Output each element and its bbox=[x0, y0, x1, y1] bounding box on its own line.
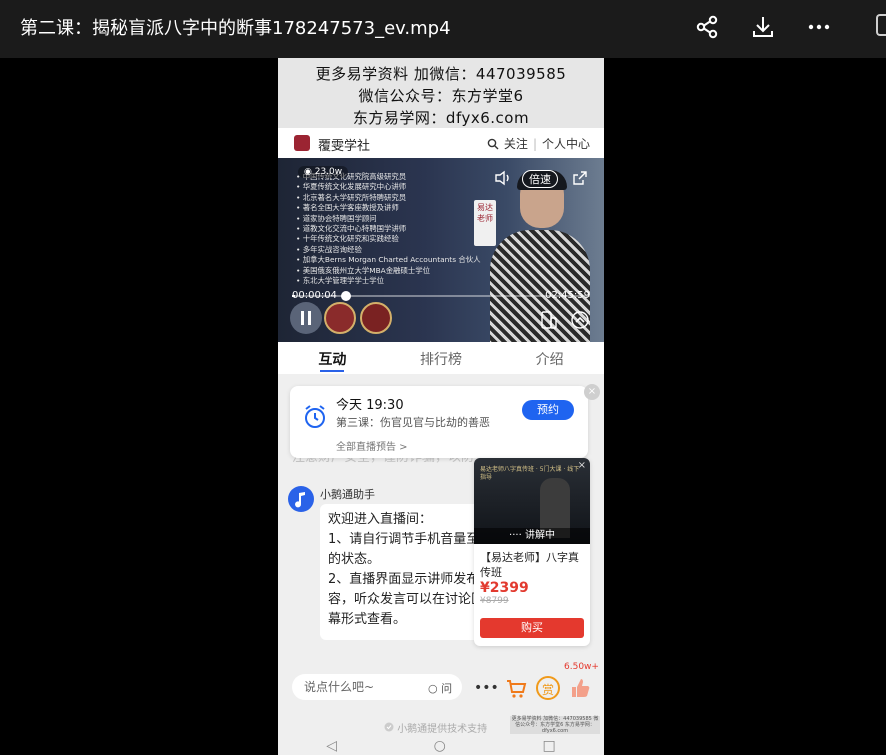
tech-support-note: 小鹅通提供技术支持 bbox=[384, 720, 487, 735]
music-note-icon bbox=[295, 492, 305, 508]
slide-text: • 中国传统文化研究院高级研究员 • 华夏传统文化发展研究中心讲师 • 北京著名大学… bbox=[296, 172, 481, 286]
like-count: 6.50w+ bbox=[564, 662, 599, 672]
screen-rotate-icon[interactable] bbox=[540, 310, 558, 330]
slide-line: • 加拿大Berns Morgan Charted Accountants 合伙… bbox=[296, 255, 481, 265]
product-original-price: ¥8799 bbox=[480, 596, 509, 606]
slide-line: • 道教文化交流中心特聘国学讲师 bbox=[296, 224, 407, 234]
video-player[interactable]: • 中国传统文化研究院高级研究员 • 华夏传统文化发展研究中心讲师 • 北京著名大学… bbox=[278, 158, 604, 342]
more-icon[interactable] bbox=[804, 12, 834, 42]
profile-link[interactable]: 个人中心 bbox=[542, 135, 590, 152]
product-thumbnail[interactable]: 易达老师八字真传班 · 5门大课 · 线下指导 × ···· 讲解中 bbox=[474, 458, 590, 544]
tab-bar: 互动 排行榜 介绍 bbox=[278, 342, 604, 374]
brand-bar: 覆雯学社 关注 | 个人中心 bbox=[278, 128, 604, 158]
product-thumb-text: 易达老师八字真传班 · 5门大课 · 线下指导 bbox=[480, 466, 580, 481]
view-count: ◉ 23.0w bbox=[298, 166, 349, 178]
cart-icon[interactable] bbox=[504, 676, 528, 700]
system-nav-bar: ◁ ○ □ bbox=[278, 736, 604, 755]
product-price: ¥2399 bbox=[480, 580, 529, 596]
explaining-badge: ···· 讲解中 bbox=[474, 528, 590, 544]
slide-line: • 著名全国大学客座教授及讲师 bbox=[296, 203, 399, 213]
alarm-clock-icon bbox=[305, 405, 325, 428]
progress-bar[interactable] bbox=[292, 291, 590, 301]
check-circle-icon bbox=[384, 722, 394, 732]
input-bar: ○ 问 ••• 赏 6.50w+ bbox=[278, 662, 604, 710]
volume-icon[interactable] bbox=[494, 170, 512, 186]
phone-screen: 更多易学资料 加微信：447039585 微信公众号：东方学堂6 东方易学网：d… bbox=[278, 58, 604, 755]
chat-area: 注意财产安全，谨防诈骗，以防入骗。 今天 19:30 第三课：伤官见官与比劫的善… bbox=[278, 374, 604, 755]
collapse-icon[interactable] bbox=[570, 310, 590, 330]
share-out-icon[interactable] bbox=[572, 170, 588, 186]
rewind-icon[interactable] bbox=[324, 302, 356, 334]
divider: | bbox=[532, 136, 537, 151]
watermark-banner: 更多易学资料 加微信：447039585 微信公众号：东方学堂6 东方易学网：d… bbox=[278, 58, 604, 128]
speed-button[interactable]: 倍速 bbox=[522, 170, 558, 188]
assistant-avatar bbox=[288, 486, 314, 512]
slide-line: • 东北大学管理学学士学位 bbox=[296, 276, 385, 286]
watermark-footer: 更多易学资料 加微信：447039585 微信公众号：东方学堂6 东方易学网：d… bbox=[510, 716, 600, 734]
slide-line: • 道家协会特聘国学顾问 bbox=[296, 213, 377, 223]
back-icon[interactable]: ◁ bbox=[326, 738, 337, 754]
slide-line: • 多年实战咨询经验 bbox=[296, 244, 362, 254]
ask-toggle[interactable]: ○ 问 bbox=[428, 680, 452, 696]
brand-name: 覆雯学社 bbox=[318, 139, 371, 154]
product-name: 【易达老师】八字真传班 bbox=[480, 551, 579, 579]
reminder-time: 今天 19:30 bbox=[336, 398, 404, 413]
window-titlebar: 第二课：揭秘盲派八字中的断事178247573_ev.mp4 bbox=[0, 0, 886, 58]
thumbs-up-icon[interactable] bbox=[568, 676, 592, 700]
watermark-line: 东方易学网：dfyx6.com bbox=[352, 109, 530, 127]
search-icon[interactable] bbox=[487, 138, 499, 150]
buy-button[interactable]: 购买 bbox=[480, 618, 584, 638]
share-icon[interactable] bbox=[692, 12, 722, 42]
window-title: 第二课：揭秘盲派八字中的断事178247573_ev.mp4 bbox=[20, 18, 451, 39]
teacher-seal: 易达老师 bbox=[474, 200, 496, 246]
tab-ranking[interactable]: 排行榜 bbox=[387, 342, 496, 374]
side-panel-toggle[interactable] bbox=[876, 14, 886, 36]
slide-line: • 十年传统文化研究和实践经验 bbox=[296, 234, 399, 244]
watermark-line: 更多易学资料 加微信：447039585 bbox=[315, 65, 567, 83]
progress-knob[interactable] bbox=[340, 291, 351, 301]
tab-interact[interactable]: 互动 bbox=[278, 342, 387, 374]
assistant-name: 小鹅通助手 bbox=[320, 488, 375, 501]
product-card[interactable]: 易达老师八字真传班 · 5门大课 · 线下指导 × ···· 讲解中 【易达老师… bbox=[474, 458, 590, 646]
watermark-line: 微信公众号：东方学堂6 bbox=[358, 87, 524, 105]
brand-logo-icon bbox=[294, 135, 310, 151]
close-icon[interactable]: × bbox=[584, 384, 600, 400]
slide-line: • 美国俄亥俄州立大学MBA金融硕士学位 bbox=[296, 265, 431, 275]
download-icon[interactable] bbox=[748, 12, 778, 42]
live-reminder-card[interactable]: 今天 19:30 第三课：伤官见官与比劫的善恶 预约 全部直播预告 > × bbox=[290, 384, 600, 458]
emblem-icon bbox=[360, 302, 392, 334]
home-icon[interactable]: ○ bbox=[434, 738, 446, 754]
slide-line: • 华夏传统文化发展研究中心讲师 bbox=[296, 182, 407, 192]
reward-button[interactable]: 赏 bbox=[536, 676, 560, 700]
slide-line: • 北京著名大学研究所特聘研究员 bbox=[296, 192, 407, 202]
progress-fill bbox=[292, 295, 295, 297]
recents-icon[interactable]: □ bbox=[542, 738, 555, 754]
more-icon[interactable]: ••• bbox=[474, 676, 499, 700]
reserve-button[interactable]: 预约 bbox=[522, 400, 574, 420]
reminder-subtitle: 第三课：伤官见官与比劫的善恶 bbox=[336, 416, 490, 429]
close-icon[interactable]: × bbox=[578, 460, 586, 471]
all-live-previews-link[interactable]: 全部直播预告 > bbox=[336, 438, 408, 453]
tab-intro[interactable]: 介绍 bbox=[495, 342, 604, 374]
follow-button[interactable]: 关注 bbox=[504, 135, 528, 152]
pause-button[interactable] bbox=[290, 302, 322, 334]
